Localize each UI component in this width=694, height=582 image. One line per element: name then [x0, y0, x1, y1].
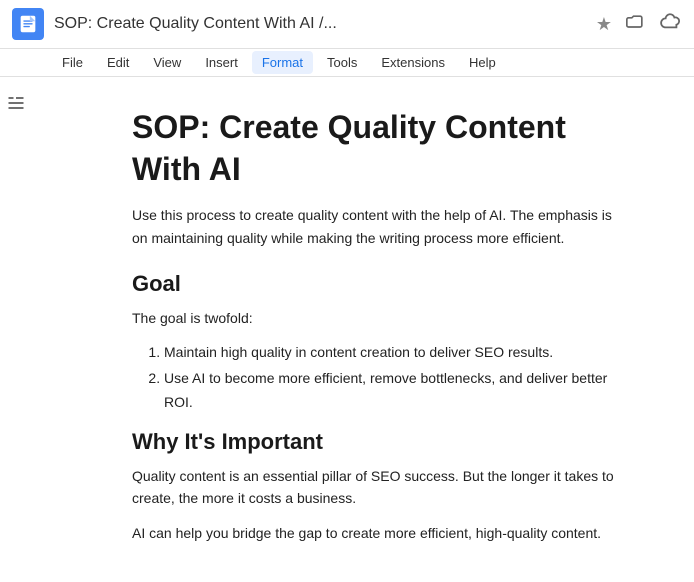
doc-goal-intro: The goal is twofold:	[132, 307, 614, 329]
menu-bar: File Edit View Insert Format Tools Exten…	[0, 49, 694, 77]
menu-view[interactable]: View	[143, 51, 191, 74]
document-title: SOP: Create Quality Content With AI /...	[54, 15, 586, 33]
doc-main-title: SOP: Create Quality Content With AI	[132, 107, 614, 190]
menu-insert[interactable]: Insert	[195, 51, 248, 74]
list-item: Use AI to become more efficient, remove …	[164, 367, 614, 415]
menu-file[interactable]: File	[52, 51, 93, 74]
menu-help[interactable]: Help	[459, 51, 506, 74]
doc-goal-list: Maintain high quality in content creatio…	[164, 341, 614, 414]
doc-heading-goal: Goal	[132, 271, 614, 297]
doc-heading-why: Why It's Important	[132, 429, 614, 455]
menu-format[interactable]: Format	[252, 51, 313, 74]
document-area: SOP: Create Quality Content With AI Use …	[0, 77, 694, 582]
app-icon	[12, 8, 44, 40]
doc-intro-paragraph: Use this process to create quality conte…	[132, 204, 614, 249]
menu-tools[interactable]: Tools	[317, 51, 367, 74]
outline-toggle[interactable]	[0, 87, 32, 119]
title-bar: SOP: Create Quality Content With AI /...…	[0, 0, 694, 49]
document-content: SOP: Create Quality Content With AI Use …	[32, 77, 694, 547]
cloud-icon[interactable]	[660, 13, 682, 36]
doc-why-para2: AI can help you bridge the gap to create…	[132, 522, 614, 544]
folder-icon[interactable]	[626, 12, 646, 37]
menu-extensions[interactable]: Extensions	[371, 51, 455, 74]
menu-edit[interactable]: Edit	[97, 51, 139, 74]
title-actions: ★	[596, 12, 682, 37]
list-item: Maintain high quality in content creatio…	[164, 341, 614, 365]
doc-why-para1: Quality content is an essential pillar o…	[132, 465, 614, 510]
star-icon[interactable]: ★	[596, 14, 612, 35]
